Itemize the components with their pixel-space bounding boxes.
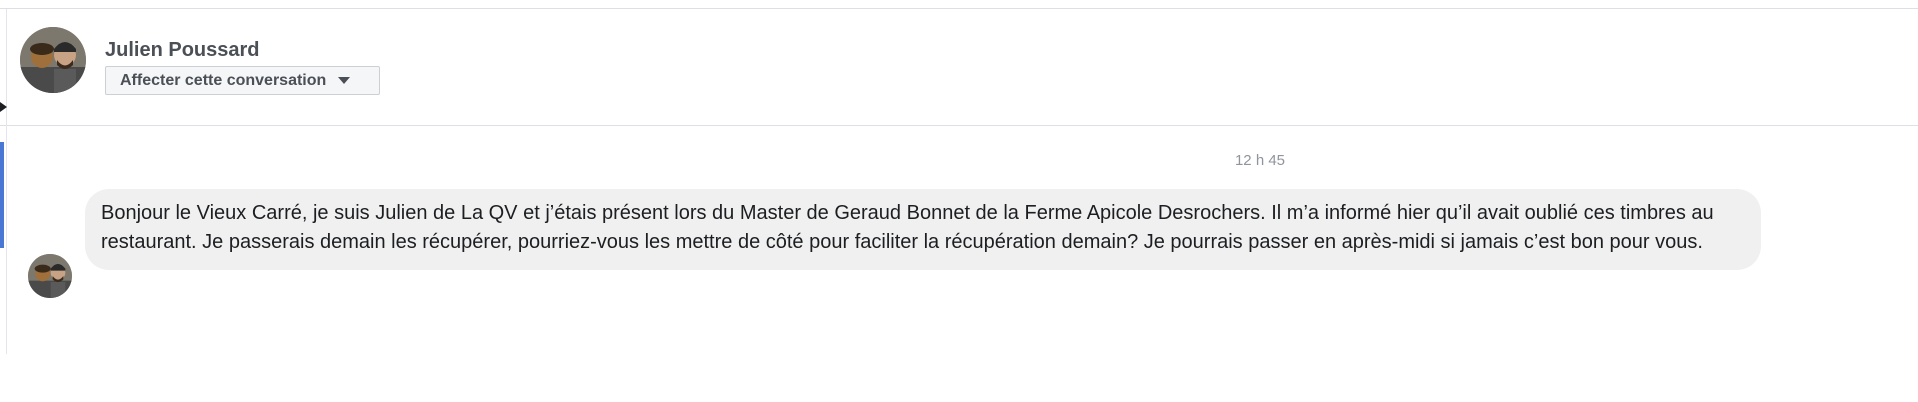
caret-down-icon: [338, 77, 351, 84]
avatar-photo: [28, 254, 72, 298]
message-timestamp: 12 h 45: [1234, 152, 1286, 169]
avatar-photo: [20, 27, 86, 93]
message-bubble[interactable]: Bonjour le Vieux Carré, je suis Julien d…: [85, 189, 1761, 270]
contact-avatar[interactable]: [20, 27, 86, 93]
sender-avatar[interactable]: [28, 254, 72, 298]
contact-name[interactable]: Julien Poussard: [105, 39, 260, 62]
assign-conversation-button[interactable]: Affecter cette conversation: [105, 66, 380, 95]
selection-indicator: [0, 142, 4, 248]
collapse-notch-icon[interactable]: [0, 102, 7, 112]
assign-conversation-label: Affecter cette conversation: [120, 71, 327, 89]
message-text: Bonjour le Vieux Carré, je suis Julien d…: [101, 202, 1714, 253]
